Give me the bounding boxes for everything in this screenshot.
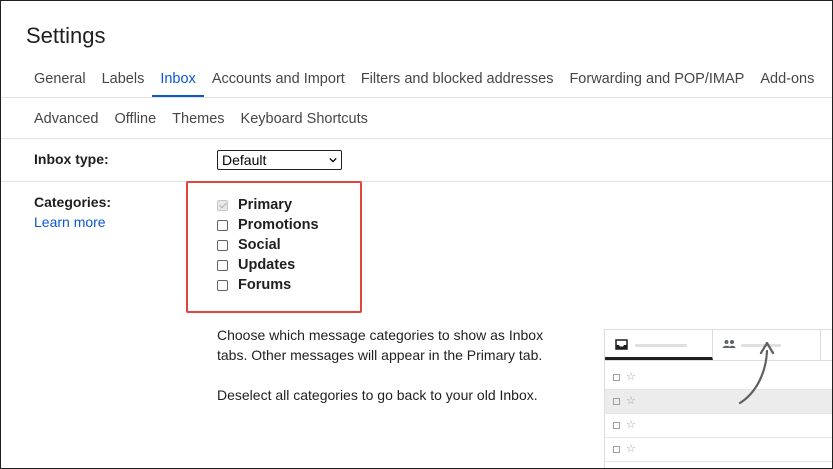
tab-advanced[interactable]: Advanced bbox=[26, 110, 107, 138]
preview-message-row: ☆ bbox=[605, 438, 832, 462]
preview-checkbox bbox=[613, 398, 620, 405]
tab-themes[interactable]: Themes bbox=[164, 110, 232, 138]
inbox-type-label: Inbox type: bbox=[34, 151, 109, 167]
tab-labels[interactable]: Labels bbox=[94, 70, 153, 98]
preview-tab-primary bbox=[605, 330, 713, 360]
categories-description: Choose which message categories to show … bbox=[217, 325, 543, 365]
category-label: Primary bbox=[238, 197, 293, 213]
tab-general[interactable]: General bbox=[26, 70, 94, 98]
category-social[interactable]: Social bbox=[217, 235, 319, 255]
tab-forwarding-and-pop-imap[interactable]: Forwarding and POP/IMAP bbox=[561, 70, 752, 98]
social-checkbox[interactable] bbox=[217, 239, 228, 251]
star-icon: ☆ bbox=[626, 419, 636, 431]
learn-more-link[interactable]: Learn more bbox=[34, 214, 106, 230]
preview-checkbox bbox=[613, 422, 620, 429]
star-icon: ☆ bbox=[626, 395, 636, 407]
description-line: tabs. Other messages will appear in the … bbox=[217, 347, 543, 363]
section-divider bbox=[1, 181, 832, 182]
page-title: Settings bbox=[26, 23, 106, 48]
chevron-down-icon bbox=[329, 157, 337, 163]
preview-message-row: ☆ bbox=[605, 414, 832, 438]
primary-checkbox bbox=[217, 199, 228, 211]
star-icon: ☆ bbox=[626, 371, 636, 383]
deselect-note: Deselect all categories to go back to yo… bbox=[217, 387, 538, 403]
tabs-divider-2 bbox=[1, 138, 832, 139]
preview-message-row: ☆ bbox=[605, 366, 832, 390]
category-label[interactable]: Updates bbox=[238, 257, 295, 273]
settings-tabs-row-1: General Labels Inbox Accounts and Import… bbox=[26, 70, 822, 98]
preview-checkbox bbox=[613, 374, 620, 381]
categories-label: Categories: bbox=[34, 194, 112, 210]
preview-checkbox bbox=[613, 446, 620, 453]
categories-list: Primary Promotions Social Updates Forums bbox=[217, 195, 319, 295]
tab-accounts-and-import[interactable]: Accounts and Import bbox=[204, 70, 353, 98]
inbox-tabs-preview: ☆ ☆ ☆ ☆ bbox=[604, 329, 832, 468]
tabs-divider-1 bbox=[1, 97, 832, 98]
category-label[interactable]: Social bbox=[238, 237, 281, 253]
tab-inbox[interactable]: Inbox bbox=[152, 70, 205, 98]
preview-message-row: ☆ bbox=[605, 390, 832, 414]
tab-filters-and-blocked-addresses[interactable]: Filters and blocked addresses bbox=[353, 70, 562, 98]
category-promotions[interactable]: Promotions bbox=[217, 215, 319, 235]
category-primary: Primary bbox=[217, 195, 319, 215]
tab-add-ons[interactable]: Add-ons bbox=[752, 70, 822, 98]
inbox-type-selected-value: Default bbox=[222, 152, 267, 168]
category-updates[interactable]: Updates bbox=[217, 255, 319, 275]
settings-tabs-row-2: Advanced Offline Themes Keyboard Shortcu… bbox=[26, 110, 376, 138]
tab-offline[interactable]: Offline bbox=[107, 110, 165, 138]
updates-checkbox[interactable] bbox=[217, 259, 228, 271]
category-label[interactable]: Forums bbox=[238, 277, 291, 293]
star-icon: ☆ bbox=[626, 443, 636, 455]
inbox-type-select[interactable]: Default bbox=[217, 150, 342, 170]
curved-arrow-icon bbox=[738, 341, 775, 405]
preview-tab-strip bbox=[605, 330, 832, 361]
preview-tab-placeholder bbox=[635, 344, 687, 347]
settings-window: Settings General Labels Inbox Accounts a… bbox=[0, 0, 833, 469]
inbox-icon bbox=[615, 339, 628, 350]
description-line: Choose which message categories to show … bbox=[217, 327, 544, 343]
category-label[interactable]: Promotions bbox=[238, 217, 319, 233]
forums-checkbox[interactable] bbox=[217, 279, 228, 291]
promotions-checkbox[interactable] bbox=[217, 219, 228, 231]
tab-keyboard-shortcuts[interactable]: Keyboard Shortcuts bbox=[233, 110, 376, 138]
category-forums[interactable]: Forums bbox=[217, 275, 319, 295]
